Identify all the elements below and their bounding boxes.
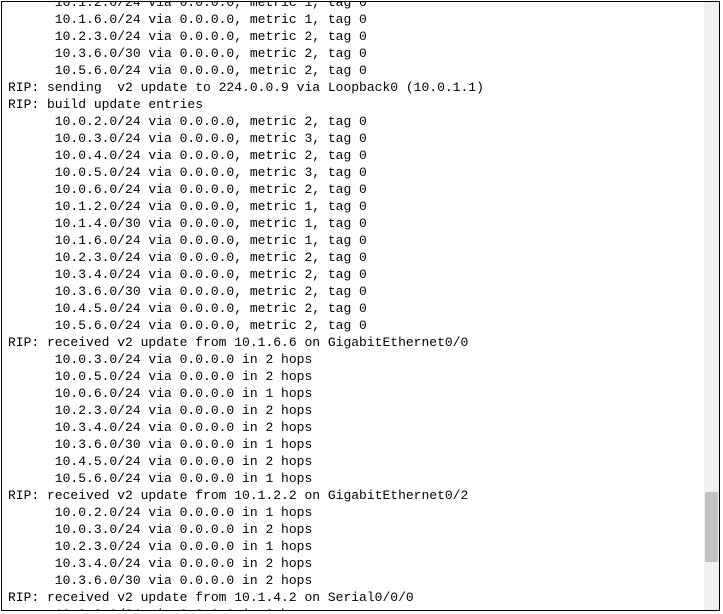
terminal-frame: 10.1.2.0/24 via 0.0.0.0, metric 1, tag 0… [1,1,720,611]
scrollbar-track[interactable] [704,2,719,610]
scrollbar-thumb[interactable] [705,492,718,562]
terminal-output: 10.1.2.0/24 via 0.0.0.0, metric 1, tag 0… [8,2,704,610]
terminal-viewport: 10.1.2.0/24 via 0.0.0.0, metric 1, tag 0… [2,2,704,610]
